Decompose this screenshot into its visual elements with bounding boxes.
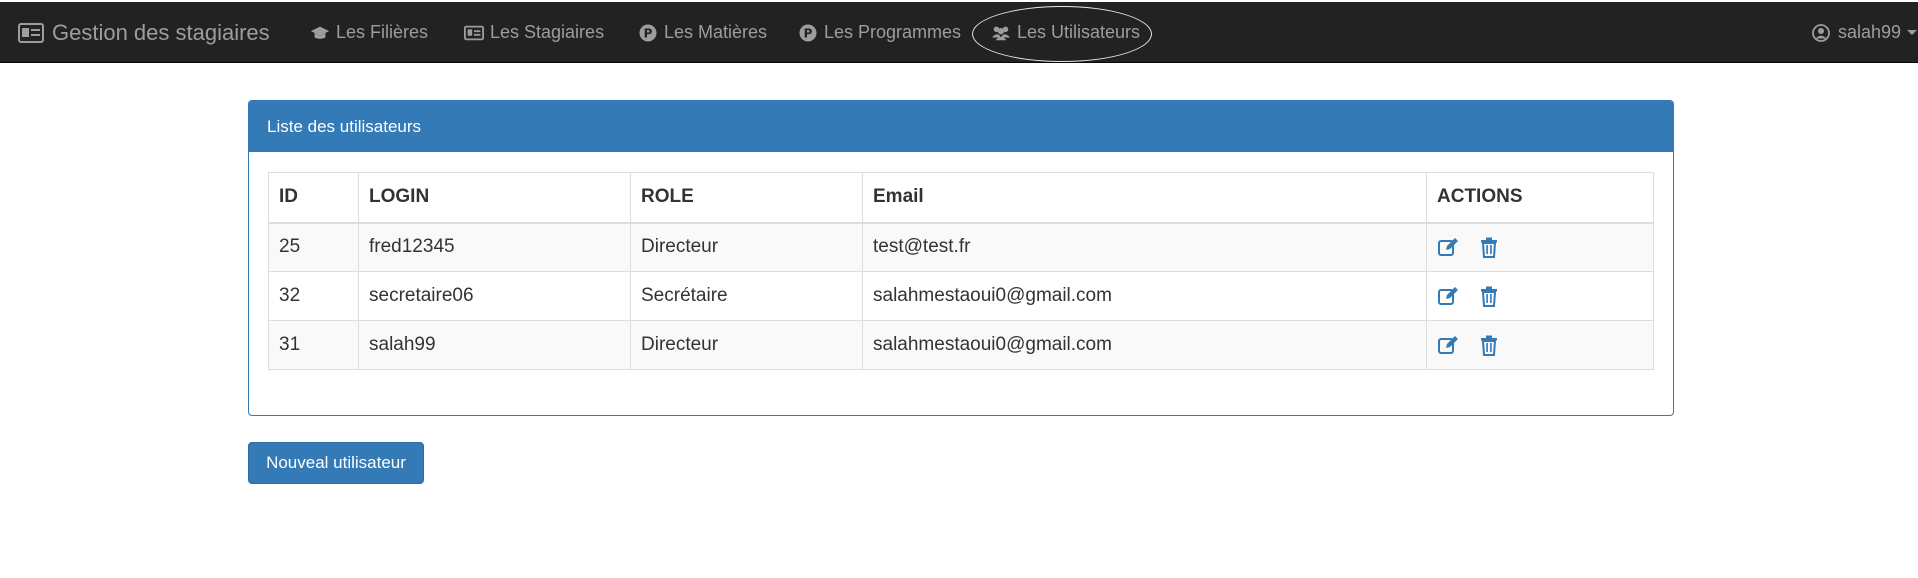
cell-email: salahmestaoui0@gmail.com [862, 320, 1427, 370]
users-table: ID LOGIN ROLE Email ACTIONS 25 fred12345… [268, 172, 1654, 370]
users-panel: Liste des utilisateurs ID LOGIN ROLE Ema… [248, 100, 1674, 416]
nav-item-programmes[interactable]: P Les Programmes [798, 2, 961, 63]
table-row: 25 fred12345 Directeur test@test.fr [268, 222, 1654, 272]
nav-item-utilisateurs[interactable]: Les Utilisateurs [991, 2, 1140, 63]
column-header-id: ID [268, 172, 359, 224]
user-circle-icon [1812, 23, 1830, 42]
edit-icon[interactable] [1437, 236, 1459, 258]
chevron-down-icon [1907, 30, 1918, 35]
table-row: 32 secretaire06 Secrétaire salahmestaoui… [268, 271, 1654, 321]
p-circle-icon: P [799, 24, 817, 41]
user-menu[interactable]: salah99 [1812, 2, 1918, 63]
id-card-icon [464, 25, 484, 40]
nav-item-stagiaires[interactable]: Les Stagiaires [464, 2, 604, 63]
trash-icon[interactable] [1478, 285, 1500, 307]
nav-label: Les Utilisateurs [1017, 22, 1141, 42]
column-header-login: LOGIN [358, 172, 631, 224]
graduation-cap-icon [310, 26, 330, 39]
top-navbar: Gestion des stagiaires Les Filières Les … [0, 2, 1918, 63]
brand-title: Gestion des stagiaires [52, 19, 270, 45]
p-circle-icon: P [639, 24, 657, 41]
trash-icon[interactable] [1478, 334, 1500, 356]
id-card-icon [18, 22, 44, 43]
cell-actions [1426, 320, 1654, 370]
cell-id: 31 [268, 320, 359, 370]
cell-actions [1426, 222, 1654, 272]
nav-label: Les Matières [664, 22, 768, 42]
nav-item-filieres[interactable]: Les Filières [310, 2, 428, 63]
column-header-role: ROLE [630, 172, 863, 224]
panel-title: Liste des utilisateurs [249, 101, 1673, 152]
column-header-email: Email [862, 172, 1427, 224]
nav-label: Les Stagiaires [490, 22, 605, 42]
user-name: salah99 [1838, 22, 1902, 42]
table-row: 31 salah99 Directeur salahmestaoui0@gmai… [268, 320, 1654, 370]
cell-actions [1426, 271, 1654, 321]
cell-role: Directeur [630, 222, 863, 272]
cell-role: Secrétaire [630, 271, 863, 321]
edit-icon[interactable] [1437, 334, 1459, 356]
brand-link[interactable]: Gestion des stagiaires [18, 2, 270, 63]
nav-label: Les Filières [336, 22, 429, 42]
nav-item-matieres[interactable]: P Les Matières [638, 2, 767, 63]
cell-login: fred12345 [358, 222, 631, 272]
new-user-button[interactable]: Nouveal utilisateur [248, 442, 424, 484]
edit-icon[interactable] [1437, 285, 1459, 307]
cell-id: 32 [268, 271, 359, 321]
cell-login: salah99 [358, 320, 631, 370]
cell-id: 25 [268, 222, 359, 272]
users-icon [991, 26, 1011, 40]
nav-label: Les Programmes [824, 22, 962, 42]
trash-icon[interactable] [1478, 236, 1500, 259]
cell-email: test@test.fr [862, 222, 1427, 272]
cell-login: secretaire06 [358, 271, 631, 321]
svg-text:P: P [804, 26, 813, 40]
column-header-actions: ACTIONS [1426, 172, 1654, 224]
cell-email: salahmestaoui0@gmail.com [862, 271, 1427, 321]
table-header-row: ID LOGIN ROLE Email ACTIONS [268, 172, 1654, 224]
cell-role: Directeur [630, 320, 863, 370]
svg-text:P: P [644, 26, 653, 40]
